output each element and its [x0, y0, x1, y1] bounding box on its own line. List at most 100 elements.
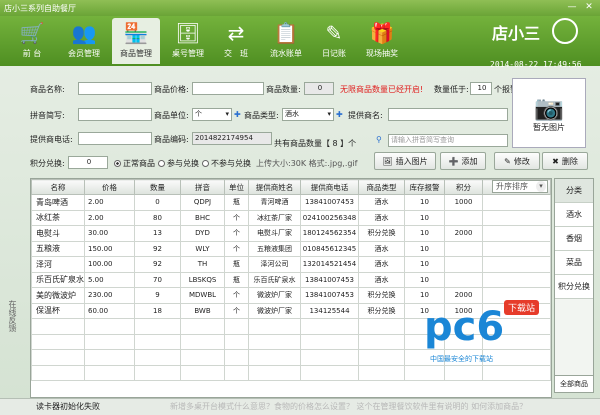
chef-icon [552, 18, 578, 44]
column-header[interactable]: 商品类型 [358, 179, 405, 195]
column-header[interactable]: 名称 [31, 179, 85, 195]
radio-normal-label: 正常商品 [123, 159, 155, 168]
table-row[interactable]: 青岛啤酒 2.00 0 QDPJ 瓶青河啤酒 13841007453 酒水 10 1000 [31, 194, 551, 211]
table-cell: 青岛啤酒 [31, 194, 85, 211]
category-dishes[interactable]: 菜品 [555, 251, 593, 275]
nav-front-desk[interactable]: 🛒 前 台 [8, 18, 56, 64]
column-header[interactable]: 数量 [134, 179, 181, 195]
column-header[interactable]: 库存报警 [404, 179, 445, 195]
empty-cell [84, 333, 135, 350]
qty-input[interactable]: 0 [304, 82, 334, 95]
empty-cell [358, 349, 405, 366]
empty-cell [300, 349, 359, 366]
category-cigarettes[interactable]: 香烟 [555, 227, 593, 251]
empty-cell [134, 318, 181, 335]
table-row[interactable]: 泽河 100.00 92 TH 瓶泽河公司 132014521454 酒水 10 [31, 256, 551, 273]
empty-cell [358, 318, 405, 335]
column-header[interactable]: 单位 [224, 179, 249, 195]
close-button[interactable]: ✕ [582, 2, 596, 13]
nav-label: 流水账单 [270, 49, 302, 58]
pinyin-input[interactable] [78, 108, 152, 121]
table-cell: 10 [404, 225, 445, 242]
empty-cell [248, 349, 301, 366]
table-cell: BHC [180, 209, 225, 226]
table-cell: 024100256348 [300, 209, 359, 226]
category-drinks[interactable]: 酒水 [555, 203, 593, 227]
minimize-button[interactable]: — [565, 2, 579, 13]
nav-journal[interactable]: ✎ 日记账 [310, 18, 358, 64]
edit-button[interactable]: ✎ 修改 [494, 152, 540, 170]
insert-image-button[interactable]: 🖼 插入图片 [374, 152, 436, 170]
table-cell: 乐百氏矿泉水 [31, 271, 85, 288]
table-cell: 30.00 [84, 225, 135, 242]
total-count: 共有商品数量【 8 】个 [274, 139, 357, 148]
radio-dot [114, 160, 121, 167]
unit-add-icon[interactable]: ✚ [234, 110, 241, 119]
table-row[interactable]: 五粮液 150.00 92 WLY 个五粮液集团 010845612345 酒水 10 [31, 240, 551, 257]
table-cell: 泽河公司 [248, 256, 301, 273]
title-bar: 店小三系列自助餐厅 — ✕ [0, 0, 600, 16]
table-cell: 酒水 [358, 240, 405, 257]
table-cell: 积分兑换 [358, 225, 405, 242]
name-input[interactable] [78, 82, 152, 95]
nav-lottery[interactable]: 🎁 现场抽奖 [358, 18, 406, 64]
category-points[interactable]: 积分兑换 [555, 275, 593, 299]
radio-normal[interactable]: 正常商品 [114, 158, 155, 169]
table-row[interactable]: 乐百氏矿泉水 5.00 70 LBSKQS 瓶乐百氏矿泉水 13841007453 酒水 10 [31, 271, 551, 288]
table-cell: 积分兑换 [358, 302, 405, 319]
table-cell: 瓶 [224, 256, 249, 273]
table-cell: 个 [224, 302, 249, 319]
table-cell: 180124562354 [300, 225, 359, 242]
column-header[interactable]: 提供商姓名 [248, 179, 301, 195]
phone-input[interactable] [78, 132, 152, 145]
column-header[interactable]: 积分 [444, 179, 483, 195]
table-cell: 010845612345 [300, 240, 359, 257]
store-icon: 🏪 [123, 21, 149, 45]
empty-cell [300, 333, 359, 350]
window-title: 店小三系列自助餐厅 [4, 3, 76, 13]
column-header[interactable]: 提供商电话 [300, 179, 359, 195]
radio-join[interactable]: 参与兑换 [158, 158, 199, 169]
search-icon[interactable]: ⚲ [376, 135, 382, 144]
nav-shift[interactable]: ⇄ 交 班 [212, 18, 260, 64]
column-header[interactable]: 拼音 [180, 179, 225, 195]
nav-label: 日记账 [322, 49, 346, 58]
type-add-icon[interactable]: ✚ [336, 110, 343, 119]
watermark-text: pc6 [424, 304, 505, 350]
price-input[interactable] [192, 82, 264, 95]
empty-cell [31, 364, 85, 381]
alarm-input[interactable]: 10 [470, 82, 492, 95]
points-input[interactable]: 0 [68, 156, 108, 169]
nav-products[interactable]: 🏪 商品管理 [112, 18, 160, 64]
column-header[interactable]: 价格 [84, 179, 135, 195]
watermark-tag: 下载站 [504, 300, 540, 315]
search-input[interactable]: 请输入拼音简写查询 [388, 134, 508, 147]
delete-button[interactable]: ✖ 删除 [542, 152, 588, 170]
table-cell: 2.00 [84, 209, 135, 226]
nav-members[interactable]: 👥 会员管理 [60, 18, 108, 64]
table-cell [444, 209, 483, 226]
nav-tables[interactable]: 🗄 桌号管理 [164, 18, 212, 64]
empty-cell [84, 349, 135, 366]
ledger-icon: 📋 [273, 21, 299, 45]
radio-dot [202, 160, 209, 167]
all-products-button[interactable]: 全部商品 [554, 375, 594, 393]
sort-select[interactable]: 升序排序 [492, 180, 548, 193]
table-cell: 60.00 [84, 302, 135, 319]
table-cell: 个 [224, 240, 249, 257]
pinyin-label: 拼音简写: [30, 111, 65, 120]
empty-cell [134, 364, 181, 381]
table-row[interactable]: 冰红茶 2.00 80 BHC 个冰红茶厂家 024100256348 酒水 10 [31, 209, 551, 226]
table-cell: 酒水 [358, 256, 405, 273]
type-select[interactable]: 酒水 [282, 108, 334, 121]
table-row[interactable]: 电熨斗 30.00 13 DYD 个电熨斗厂家 180124562354 积分兑换 10 200… [31, 225, 551, 242]
unit-select[interactable]: 个 [192, 108, 232, 121]
feedback-tab[interactable]: 在线反馈 [4, 300, 18, 360]
radio-nojoin[interactable]: 不参与兑换 [202, 158, 251, 169]
table-cell: 保温杯 [31, 302, 85, 319]
supplier-input[interactable] [388, 108, 508, 121]
product-photo[interactable]: 📷 暂无图片 [512, 78, 586, 148]
nav-ledger[interactable]: 📋 流水账单 [262, 18, 310, 64]
product-form: 商品名称: 商品价格: 商品数量: 0 无限商品数量已经开启! 数量低于: 10… [30, 72, 590, 174]
add-button[interactable]: ➕ 添加 [440, 152, 486, 170]
